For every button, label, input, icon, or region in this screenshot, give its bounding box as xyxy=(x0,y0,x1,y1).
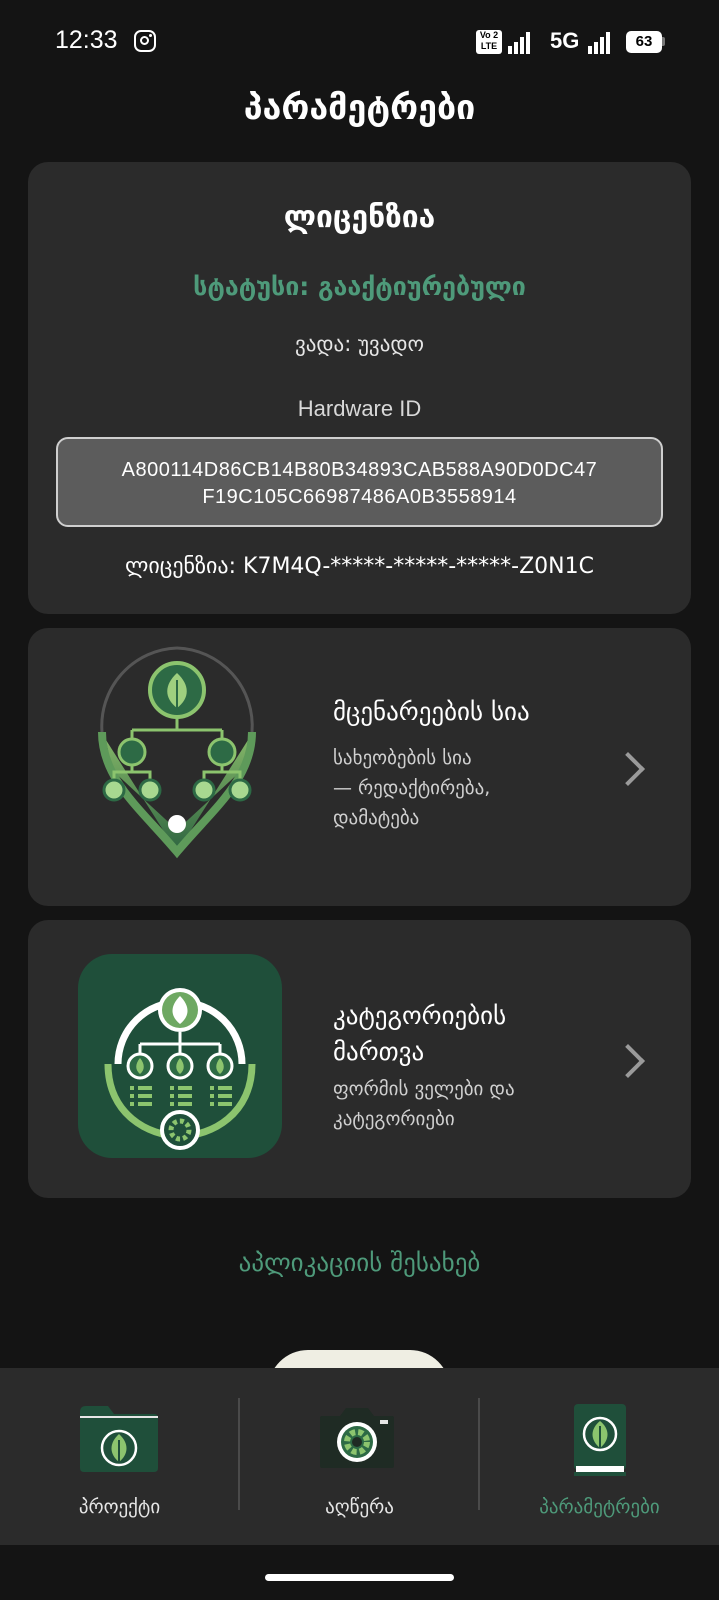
network-type: 5G xyxy=(550,28,580,53)
battery-tip xyxy=(662,37,665,46)
hardware-id-line-2: F19C105C66987486A0B3558914 xyxy=(202,486,517,508)
plants-list-card[interactable]: მცენარეების სია სახეობების სია — რედაქტი… xyxy=(28,628,691,906)
chevron-right-icon xyxy=(611,1044,645,1078)
plants-list-desc-1: სახეობების სია xyxy=(333,747,472,769)
signal-icon-2 xyxy=(588,32,616,54)
nav-item-description[interactable]: აღწერა xyxy=(240,1368,479,1545)
license-card: ლიცენზია სტატუსი: გააქტიურებული ვადა: უვ… xyxy=(28,162,691,614)
chevron-right-icon xyxy=(611,752,645,786)
instagram-icon xyxy=(134,30,156,52)
license-term: ვადა: უვადო xyxy=(294,332,425,356)
hardware-id-label: Hardware ID xyxy=(297,396,422,421)
categories-title-1: კატეგორიების xyxy=(333,1001,507,1030)
volte-icon: Vo 2 LTE xyxy=(476,30,502,54)
nav-label-project: პროექტი xyxy=(78,1496,161,1518)
categories-desc-2: კატეგორიები xyxy=(333,1108,455,1130)
gesture-bar[interactable] xyxy=(265,1574,454,1581)
bottom-nav: პროექტი აღწერა პარამეტრები xyxy=(0,1368,719,1545)
about-app-link[interactable]: აპლიკაციის შესახებ xyxy=(0,1248,719,1277)
categories-card[interactable]: კატეგორიების მართვა ფორმის ველები და კატ… xyxy=(28,920,691,1198)
plant-tree-icon xyxy=(98,646,256,859)
signal-icon xyxy=(508,32,536,54)
book-leaf-icon xyxy=(574,1404,626,1476)
camera-leaf-icon xyxy=(320,1408,394,1468)
volte-bottom-label: LTE xyxy=(480,41,498,51)
plants-list-desc-3: დამატება xyxy=(333,807,420,829)
status-time: 12:33 xyxy=(55,26,118,54)
battery-icon: 63 xyxy=(626,31,662,53)
nav-label-settings: პარამეტრები xyxy=(539,1496,660,1518)
license-key: ლიცენზია: K7M4Q-*****-*****-*****-Z0N1C xyxy=(125,554,594,579)
categories-desc-1: ფორმის ველები და xyxy=(333,1078,515,1100)
category-tree-icon xyxy=(78,954,282,1158)
nav-label-description: აღწერა xyxy=(325,1496,394,1518)
plants-list-desc-2: — რედაქტირება, xyxy=(333,777,491,799)
license-status: სტატუსი: გააქტიურებული xyxy=(193,272,526,301)
hardware-id-line-1: A800114D86CB14B80B34893CAB588A90D0DC47 xyxy=(121,459,598,481)
plants-list-title: მცენარეების სია xyxy=(333,697,530,726)
hardware-id-field[interactable]: A800114D86CB14B80B34893CAB588A90D0DC47 F… xyxy=(56,437,663,527)
categories-title-2: მართვა xyxy=(333,1037,425,1066)
nav-item-project[interactable]: პროექტი xyxy=(0,1368,239,1545)
page-title: პარამეტრები xyxy=(243,88,476,128)
nav-item-settings[interactable]: პარამეტრები xyxy=(480,1368,719,1545)
status-bar: 12:33 Vo 2 LTE 5G 63 xyxy=(0,0,719,84)
folder-leaf-icon xyxy=(80,1406,158,1472)
volte-top-label: Vo 2 xyxy=(479,30,499,40)
license-title: ლიცენზია xyxy=(283,200,436,235)
